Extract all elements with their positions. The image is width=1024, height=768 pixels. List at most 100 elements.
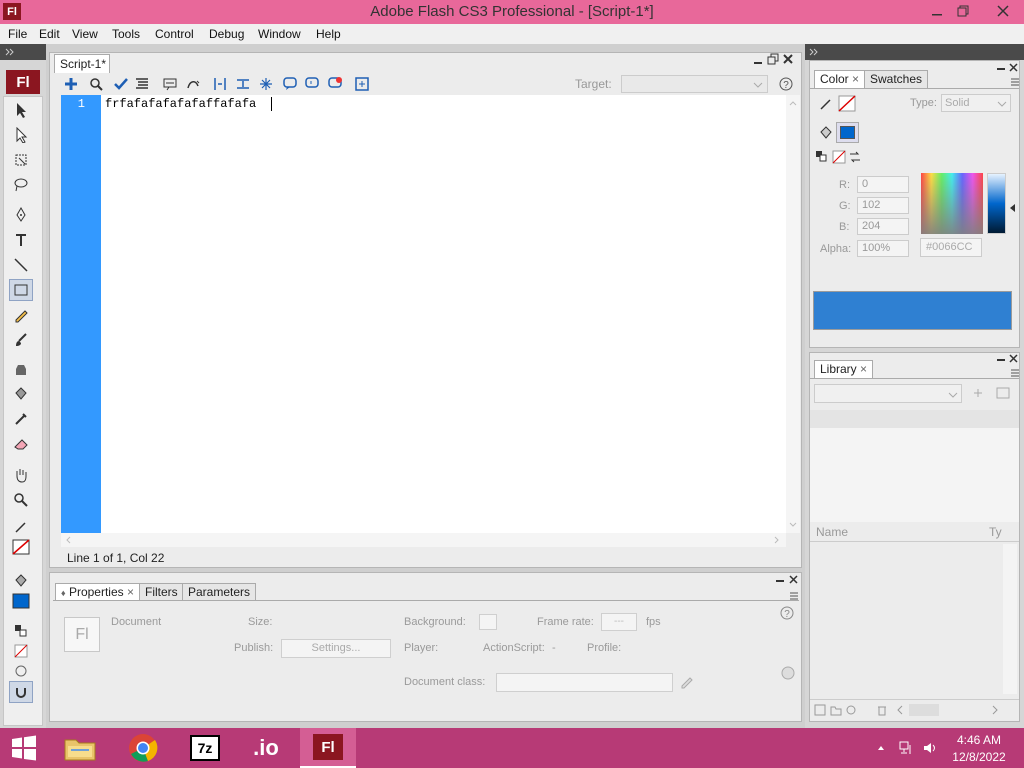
tab-close-icon[interactable]: × [852, 72, 859, 86]
tools-panel-header[interactable] [0, 44, 46, 60]
right-dock-header[interactable] [805, 44, 1024, 60]
help-button[interactable]: ? [776, 73, 796, 95]
editor-horizontal-scrollbar[interactable] [61, 533, 786, 547]
tab-parameters[interactable]: Parameters [182, 583, 257, 601]
free-transform-tool[interactable] [9, 149, 33, 171]
pencil-tool[interactable] [9, 304, 33, 326]
taskbar-7zip[interactable]: 7z [177, 728, 233, 768]
library-document-select[interactable] [814, 384, 962, 403]
volume-tray-button[interactable] [922, 740, 938, 756]
zoom-tool[interactable] [9, 489, 33, 511]
menu-window[interactable]: Window [258, 24, 301, 44]
paint-bucket-tool[interactable] [9, 383, 33, 405]
target-dropdown[interactable] [621, 75, 768, 93]
library-name-column[interactable]: Name [816, 525, 848, 539]
code-text[interactable]: frfafafafafafaffafafa [105, 97, 256, 111]
library-panel-menu[interactable] [1008, 369, 1020, 377]
tab-properties[interactable]: ♦ Properties × [55, 583, 140, 601]
script-minimize-button[interactable] [752, 53, 766, 67]
close-button[interactable] [988, 0, 1018, 22]
green-input[interactable]: 102 [857, 197, 909, 214]
library-close[interactable] [1008, 354, 1020, 364]
tab-color[interactable]: Color × [814, 70, 866, 88]
show-hide-toolbox-button[interactable] [352, 73, 372, 95]
remove-comment-button[interactable] [325, 73, 345, 95]
lasso-tool[interactable] [9, 174, 33, 196]
no-color-button[interactable] [832, 150, 846, 164]
rectangle-tool[interactable] [9, 279, 33, 301]
menu-view[interactable]: View [72, 24, 98, 44]
snap-to-objects-tool[interactable] [9, 681, 33, 703]
brightness-slider[interactable] [987, 173, 1006, 234]
swap-colors-tool[interactable] [9, 620, 33, 642]
collapse-between-braces-button[interactable] [210, 73, 230, 95]
eraser-tool[interactable] [9, 433, 33, 455]
clock[interactable]: 4:46 AM 12/8/2022 [944, 733, 1014, 764]
pen-tool[interactable] [9, 204, 33, 226]
library-minimize[interactable] [995, 354, 1007, 364]
tab-library[interactable]: Library × [814, 360, 874, 378]
swap-colors-button[interactable] [848, 150, 862, 164]
brightness-slider-thumb[interactable] [1008, 203, 1016, 213]
auto-format-button[interactable] [132, 73, 152, 95]
restore-button[interactable] [948, 0, 978, 22]
properties-minimize-button[interactable] [774, 575, 786, 585]
no-color-tool[interactable] [9, 640, 33, 662]
properties-menu-button[interactable] [787, 592, 799, 600]
script-restore-button[interactable] [767, 53, 781, 67]
network-tray-button[interactable] [898, 740, 914, 756]
editor-vertical-scrollbar[interactable] [786, 95, 800, 533]
menu-edit[interactable]: Edit [39, 24, 60, 44]
tab-close-icon[interactable]: × [860, 362, 867, 376]
taskbar-flash[interactable]: Fl [300, 728, 356, 768]
hand-tool[interactable] [9, 464, 33, 486]
apply-block-comment-button[interactable] [280, 73, 300, 95]
pin-library-button[interactable] [970, 386, 986, 400]
background-color-swatch[interactable] [479, 614, 497, 630]
taskbar-file-explorer[interactable] [52, 728, 108, 768]
apply-line-comment-button[interactable] [302, 73, 322, 95]
color-panel-menu[interactable] [1008, 78, 1020, 86]
add-statement-button[interactable] [61, 73, 81, 95]
expand-all-button[interactable] [256, 73, 276, 95]
alpha-input[interactable]: 100% [857, 240, 909, 257]
tab-swatches[interactable]: Swatches [864, 70, 929, 88]
document-class-input[interactable] [496, 673, 673, 692]
menu-help[interactable]: Help [316, 24, 341, 44]
taskbar-jio[interactable]: .io [238, 728, 294, 768]
script-tab[interactable]: Script-1* [54, 54, 110, 73]
menu-file[interactable]: File [8, 24, 27, 44]
color-spectrum[interactable] [921, 173, 983, 234]
tab-filters[interactable]: Filters [139, 583, 184, 601]
black-white-button[interactable] [815, 150, 829, 164]
line-tool[interactable] [9, 254, 33, 276]
settings-button[interactable]: Settings... [281, 639, 391, 658]
taskbar-chrome[interactable] [115, 728, 171, 768]
menu-debug[interactable]: Debug [209, 24, 244, 44]
properties-close-button[interactable] [788, 575, 800, 585]
menu-tools[interactable]: Tools [112, 24, 140, 44]
check-syntax-button[interactable] [111, 73, 131, 95]
debug-options-button[interactable] [183, 73, 203, 95]
fill-color-button[interactable] [818, 125, 834, 141]
stroke-swatch[interactable] [838, 95, 856, 112]
script-close-button[interactable] [782, 53, 796, 67]
brush-tool[interactable] [9, 329, 33, 351]
subselection-tool[interactable] [9, 124, 33, 146]
properties-expand-button[interactable] [781, 666, 795, 680]
start-button[interactable] [0, 728, 48, 768]
code-editor[interactable]: frfafafafafafaffafafa [101, 95, 786, 533]
library-hscroll-thumb[interactable] [909, 704, 939, 716]
library-type-column[interactable]: Ty [989, 525, 1002, 539]
properties-help-button[interactable]: ? [780, 606, 794, 620]
eyedropper-tool[interactable] [9, 408, 33, 430]
text-tool[interactable] [9, 229, 33, 251]
selection-tool[interactable] [9, 99, 33, 121]
blue-input[interactable]: 204 [857, 218, 909, 235]
fill-color-swatch[interactable] [9, 590, 33, 612]
stroke-color-swatch[interactable] [9, 536, 33, 558]
color-panel-close[interactable] [1008, 63, 1020, 73]
code-hint-button[interactable] [160, 73, 180, 95]
stroke-color-button[interactable] [818, 96, 834, 112]
fill-color-tool[interactable] [9, 570, 33, 592]
